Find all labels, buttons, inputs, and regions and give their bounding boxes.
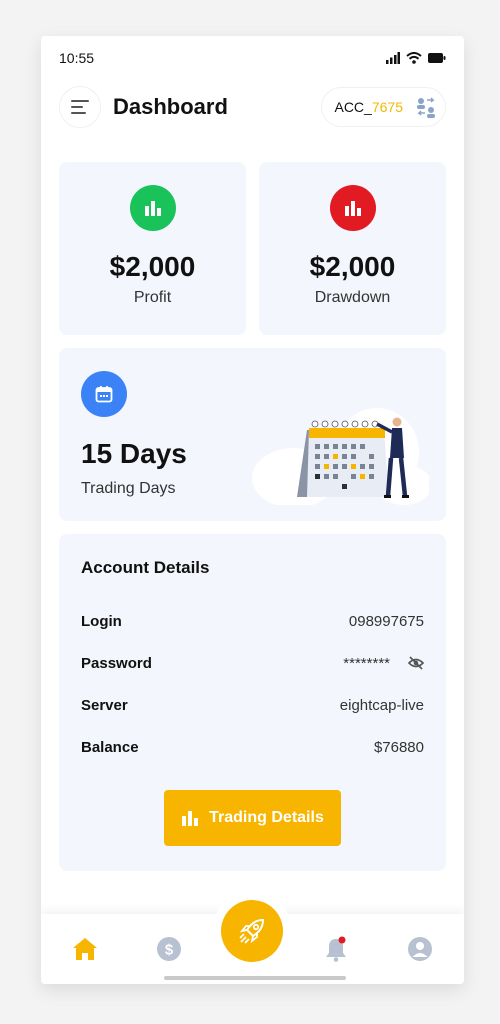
- account-prefix: ACC_: [334, 99, 372, 115]
- account-number: 7675: [371, 99, 403, 115]
- account-details-card: Account Details Login 098997675 Password…: [59, 534, 446, 871]
- calendar-icon-circle: [81, 371, 127, 417]
- account-switcher[interactable]: ACC_7675: [321, 87, 446, 127]
- trading-details-button[interactable]: Trading Details: [164, 790, 341, 846]
- detail-row-password: Password ********: [81, 652, 424, 674]
- login-value: 098997675: [348, 612, 424, 630]
- nav-home[interactable]: [70, 934, 100, 964]
- nav-notifications[interactable]: [321, 934, 351, 964]
- svg-text:$: $: [165, 942, 174, 959]
- trading-details-label: Trading Details: [209, 809, 324, 826]
- bar-chart-icon: [144, 201, 161, 216]
- switch-account-icon: [417, 97, 435, 118]
- drawdown-label: Drawdown: [314, 289, 391, 306]
- drawdown-card: $2,000 Drawdown: [259, 162, 446, 335]
- server-value: eightcap-live: [339, 696, 424, 714]
- page-title: Dashboard: [113, 94, 228, 119]
- trading-days-label: Trading Days: [81, 480, 176, 497]
- trading-days-value: 15 Days: [81, 438, 187, 469]
- drawdown-icon-circle: [329, 185, 376, 231]
- wifi-icon: [406, 52, 422, 64]
- status-time: 10:55: [59, 50, 95, 66]
- detail-key: Password: [81, 654, 152, 672]
- app-header: Dashboard ACC_7675: [59, 86, 446, 128]
- home-icon: [73, 938, 97, 960]
- trading-days-card: 15 Days Trading Days: [59, 348, 446, 521]
- rocket-icon: [239, 918, 265, 944]
- account-details-title: Account Details: [81, 558, 210, 577]
- nav-profile[interactable]: [405, 934, 435, 964]
- phone-screen: 10:55 Dashboard ACC_7675 $2,000 Profit $…: [41, 36, 464, 984]
- account-id: ACC_7675: [334, 99, 403, 115]
- profit-value: $2,000: [109, 251, 196, 282]
- profile-icon: [408, 937, 432, 961]
- detail-key: Login: [81, 612, 122, 630]
- detail-row-login: Login 098997675: [81, 610, 424, 632]
- detail-key: Balance: [81, 738, 139, 756]
- bell-icon: [326, 936, 346, 962]
- launch-button[interactable]: [221, 900, 283, 962]
- fab-container: [212, 891, 292, 971]
- menu-button[interactable]: [59, 86, 101, 128]
- detail-key: Server: [81, 696, 128, 714]
- password-value: ********: [343, 654, 390, 672]
- bar-chart-icon: [182, 811, 199, 826]
- profit-label: Profit: [133, 289, 172, 306]
- calendar-illustration: [252, 408, 429, 505]
- home-indicator: [164, 976, 346, 980]
- drawdown-value: $2,000: [309, 251, 396, 282]
- balance-value: $76880: [373, 738, 424, 756]
- detail-row-balance: Balance $76880: [81, 736, 424, 758]
- detail-row-server: Server eightcap-live: [81, 694, 424, 716]
- profit-icon-circle: [129, 185, 176, 231]
- profit-card: $2,000 Profit: [59, 162, 246, 335]
- signal-icon: [386, 52, 400, 64]
- bar-chart-icon: [344, 201, 361, 216]
- status-icons: [386, 52, 446, 64]
- nav-wallet[interactable]: $: [154, 934, 184, 964]
- calendar-icon: [95, 386, 113, 403]
- status-bar: 10:55: [59, 48, 446, 68]
- battery-icon: [428, 53, 446, 63]
- password-group: ********: [343, 655, 424, 672]
- eye-off-icon[interactable]: [408, 656, 424, 670]
- menu-icon: [71, 100, 89, 114]
- dollar-icon: $: [157, 937, 181, 961]
